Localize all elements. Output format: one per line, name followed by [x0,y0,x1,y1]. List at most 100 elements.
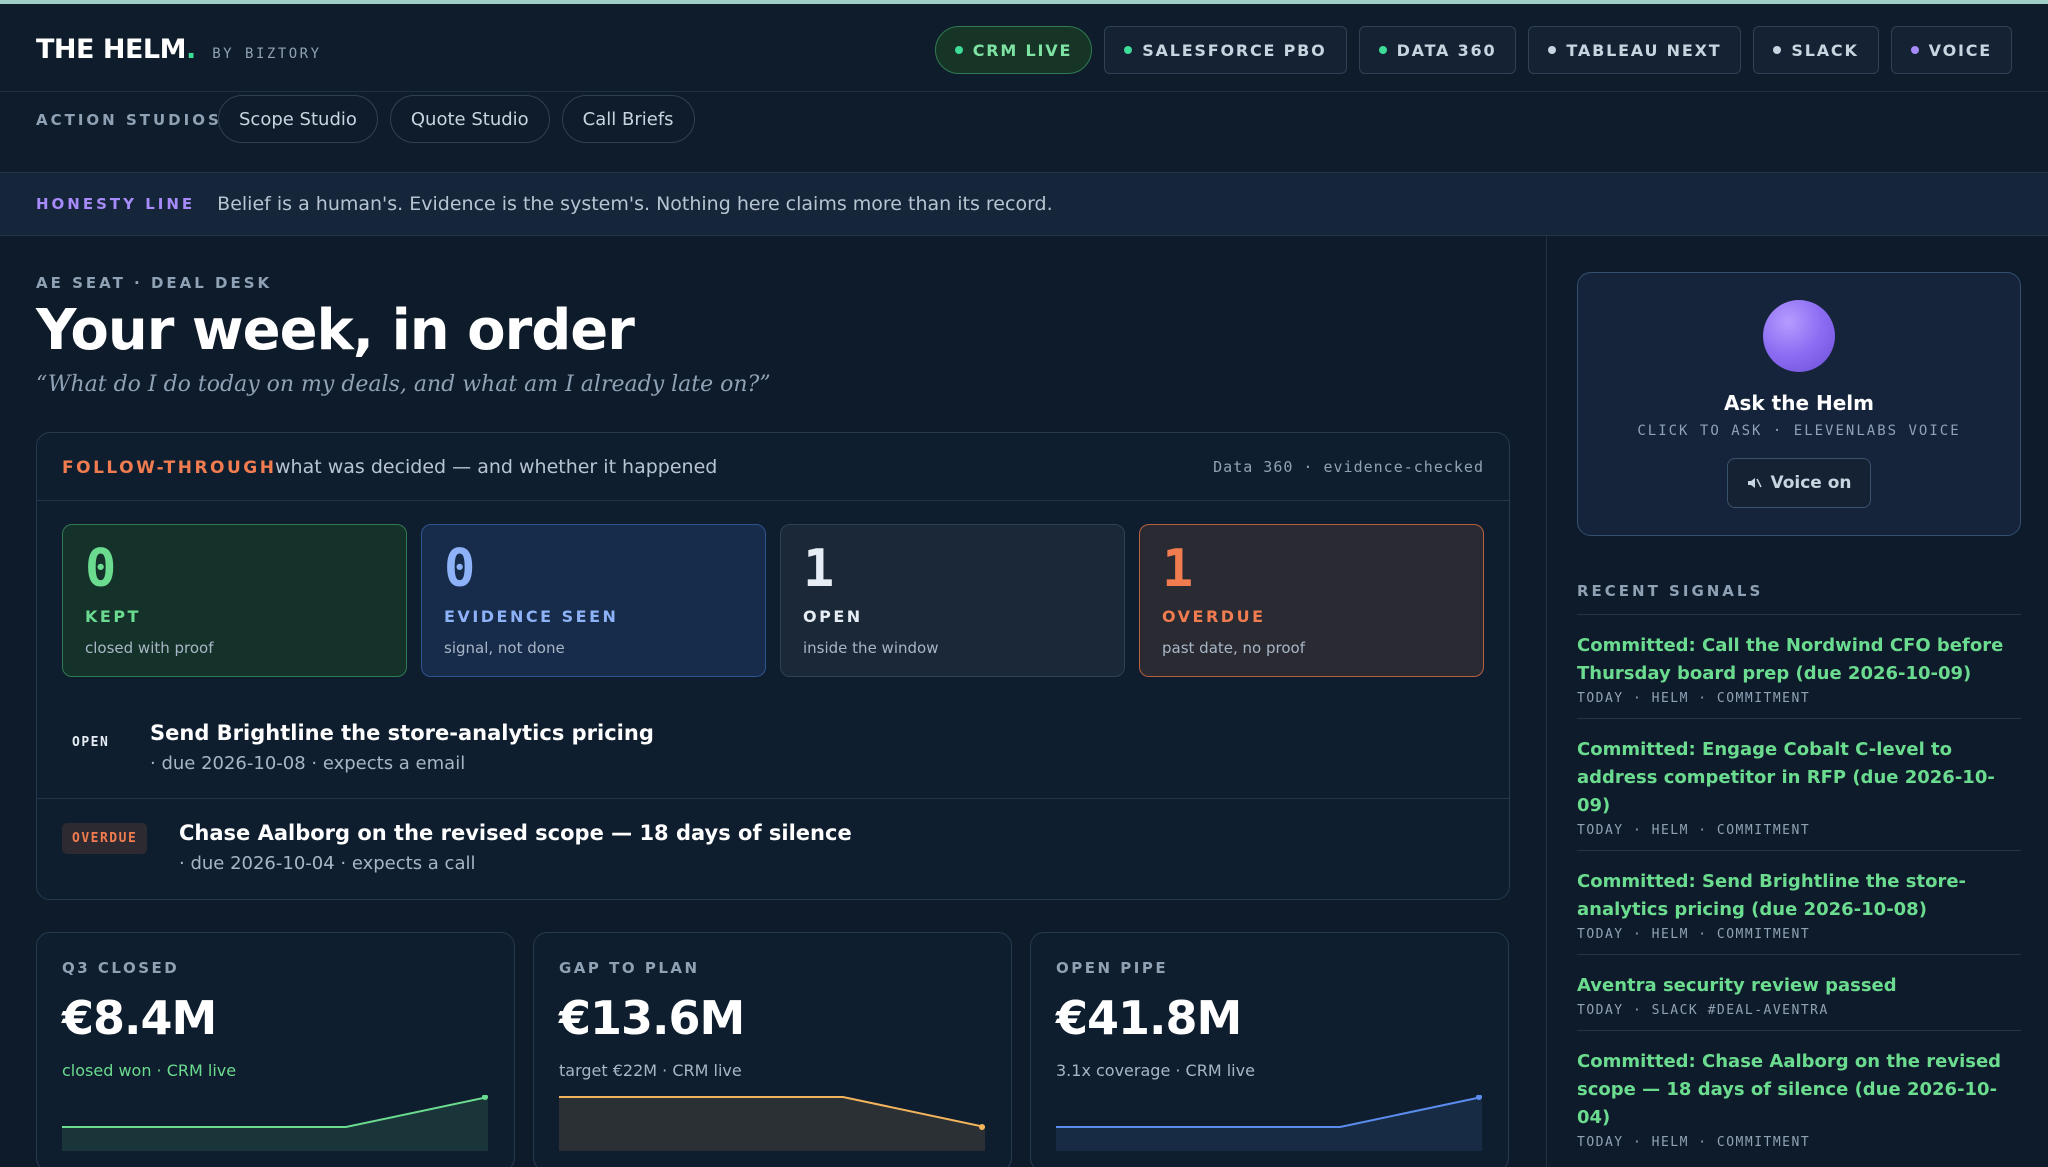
tile-evidence-seen[interactable]: 0 EVIDENCE SEEN signal, not done [421,524,766,677]
tile-value: 1 [1162,539,1194,599]
top-bar: THE HELM. BY BIZTORY CRM LIVE SALESFORCE… [0,0,2048,92]
brand-dot: . [185,34,197,65]
tile-subtext: signal, not done [444,639,565,657]
integration-pill-voice[interactable]: VOICE [1890,26,2012,74]
integration-label: SLACK [1791,40,1859,60]
tile-value: 1 [803,539,835,599]
integration-label: DATA 360 [1396,40,1497,60]
signal-item[interactable]: Committed: Engage Cobalt C-level to addr… [1577,718,2021,850]
commitment-row[interactable]: OPEN Send Brightline the store-analytics… [37,697,1509,799]
signal-title: Committed: Engage Cobalt C-level to addr… [1577,739,1995,816]
signal-meta: TODAY · SLACK #DEAL-AVENTRA [1577,1003,1829,1018]
commitment-title: Send Brightline the store-analytics pric… [150,721,654,745]
integration-pill-data360[interactable]: DATA 360 [1358,26,1517,74]
quote-studio-button[interactable]: Quote Studio [389,95,550,143]
status-dot-icon [1124,46,1133,54]
integration-status-bar: CRM LIVE SALESFORCE PBO DATA 360 TABLEAU… [934,26,2012,74]
tile-open[interactable]: 1 OPEN inside the window [780,524,1125,677]
signal-title: Committed: Send Brightline the store-ana… [1577,871,1966,920]
sparkline-q3-closed [62,1095,488,1151]
voice-orb-icon[interactable] [1763,300,1835,372]
sparkline-endpoint [979,1124,985,1130]
signal-item[interactable]: Aventra security review passed TODAY · S… [1577,954,2021,1030]
kpi-row: Q3 CLOSED €8.4M closed won · CRM live GA… [36,932,1509,1167]
tile-label: OPEN [803,607,863,626]
kpi-card-gap-to-plan[interactable]: GAP TO PLAN €13.6M target €22M · CRM liv… [533,932,1012,1167]
status-dot-icon [954,46,963,54]
brand-name: THE HELM [36,34,186,65]
honesty-line-label: HONESTY LINE [36,195,196,213]
brand-byline: BY BIZTORY [212,46,322,62]
status-dot-icon [1548,46,1557,54]
follow-through-meta: Data 360 · evidence-checked [1213,458,1484,476]
signal-meta: TODAY · HELM · COMMITMENT [1577,1135,1811,1150]
voice-toggle-button[interactable]: Voice on [1727,458,1871,508]
commitment-detail: · due 2026-10-08 · expects a email [150,753,466,774]
kpi-label: OPEN PIPE [1056,959,1169,977]
tile-label: KEPT [85,607,141,626]
ask-the-helm-card[interactable]: Ask the Helm CLICK TO ASK · ELEVENLABS V… [1577,272,2021,536]
status-dot-icon [1378,46,1387,54]
sparkline-area [62,1097,488,1151]
integration-pill-tableau[interactable]: TABLEAU NEXT [1528,26,1742,74]
integration-label: TABLEAU NEXT [1566,40,1722,60]
signal-item[interactable]: Committed: Send Brightline the store-ana… [1577,850,2021,954]
signal-title: Aventra security review passed [1577,975,1897,996]
integration-pill-crm-live[interactable]: CRM LIVE [934,26,1093,74]
integration-pill-salesforce[interactable]: SALESFORCE PBO [1104,26,1347,74]
status-badge-overdue: OVERDUE [62,823,148,854]
follow-through-card: FOLLOW-THROUGH what was decided — and wh… [36,432,1510,900]
tile-subtext: inside the window [803,639,939,657]
column-divider [1546,236,1547,1167]
honesty-line-text: Belief is a human's. Evidence is the sys… [217,193,1053,215]
integration-label: CRM LIVE [972,40,1073,60]
sparkline-area [1056,1097,1482,1151]
tile-value: 0 [85,539,117,599]
signal-meta: TODAY · HELM · COMMITMENT [1577,823,1811,838]
action-studios-bar: ACTION STUDIOS Scope Studio Quote Studio… [0,92,2048,172]
signal-meta: TODAY · HELM · COMMITMENT [1577,691,1811,706]
kpi-subtext: closed won · CRM live [62,1061,237,1080]
sparkline-gap-to-plan [559,1096,985,1151]
follow-through-header: FOLLOW-THROUGH what was decided — and wh… [37,433,1509,501]
signal-item[interactable]: Committed: Call the Nordwind CFO before … [1577,614,2021,718]
speaker-icon [1748,478,1763,488]
ask-title: Ask the Helm [1724,391,1874,415]
recent-signals-list: Committed: Call the Nordwind CFO before … [1577,614,2021,1162]
tile-label: EVIDENCE SEEN [444,607,619,626]
status-dot-icon [1773,46,1782,54]
page-title: Your week, in order [36,298,635,363]
follow-through-label: FOLLOW-THROUGH [62,458,277,478]
tile-overdue[interactable]: 1 OVERDUE past date, no proof [1139,524,1484,677]
kpi-card-open-pipe[interactable]: OPEN PIPE €41.8M 3.1x coverage · CRM liv… [1030,932,1509,1167]
kpi-value: €8.4M [62,991,217,1045]
tile-kept[interactable]: 0 KEPT closed with proof [62,524,407,677]
tile-subtext: closed with proof [85,639,214,657]
status-badge-open: OPEN [72,735,110,750]
page-subtitle: “What do I do today on my deals, and wha… [36,372,771,397]
status-dot-icon [1910,46,1919,54]
follow-through-description: what was decided — and whether it happen… [275,456,718,478]
action-studios-label: ACTION STUDIOS [36,111,222,129]
commitment-detail: · due 2026-10-04 · expects a call [179,853,476,874]
tile-value: 0 [444,539,476,599]
kpi-label: Q3 CLOSED [62,959,180,977]
tile-label: OVERDUE [1162,607,1266,626]
page-eyebrow: AE SEAT · DEAL DESK [36,274,273,292]
honesty-line-banner: HONESTY LINE Belief is a human's. Eviden… [0,172,2048,236]
kpi-card-q3-closed[interactable]: Q3 CLOSED €8.4M closed won · CRM live [36,932,515,1167]
kpi-label: GAP TO PLAN [559,959,700,977]
brand[interactable]: THE HELM. BY BIZTORY [36,34,322,65]
sparkline-area [559,1097,985,1151]
recent-signals-label: RECENT SIGNALS [1577,582,1764,600]
integration-pill-slack[interactable]: SLACK [1753,26,1879,74]
scope-studio-button[interactable]: Scope Studio [218,95,378,143]
voice-toggle-label: Voice on [1770,473,1852,493]
signal-title: Committed: Chase Aalborg on the revised … [1577,1051,2002,1128]
ask-subtitle: CLICK TO ASK · ELEVENLABS VOICE [1637,423,1961,439]
commitment-row[interactable]: OVERDUE Chase Aalborg on the revised sco… [37,799,1509,899]
signal-item[interactable]: Committed: Chase Aalborg on the revised … [1577,1030,2021,1162]
call-briefs-button[interactable]: Call Briefs [561,95,695,143]
kpi-subtext: target €22M · CRM live [559,1061,742,1080]
integration-label: SALESFORCE PBO [1142,40,1327,60]
